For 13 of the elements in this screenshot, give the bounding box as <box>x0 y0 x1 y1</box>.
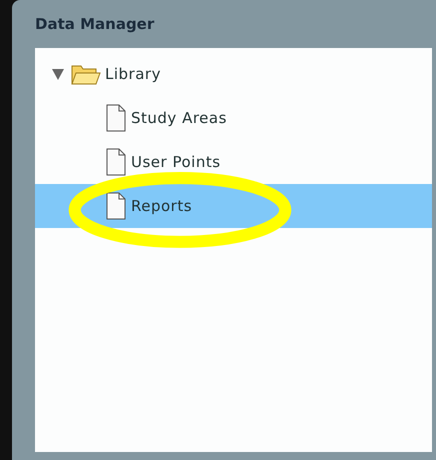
tree-item-label: Library <box>105 65 161 83</box>
panel-title: Data Manager <box>35 14 154 35</box>
tree-item[interactable]: User Points <box>35 140 432 184</box>
tree-item-label: User Points <box>131 153 221 171</box>
document-icon <box>105 192 127 220</box>
tree-item[interactable]: Library <box>35 52 432 96</box>
expanded-triangle-icon[interactable] <box>51 67 65 81</box>
tree-item-label: Study Areas <box>131 109 227 127</box>
document-icon <box>105 104 127 132</box>
tree-item-label: Reports <box>131 197 192 215</box>
folder-icon <box>71 63 101 85</box>
tree-item[interactable]: Study Areas <box>35 96 432 140</box>
document-icon <box>105 148 127 176</box>
